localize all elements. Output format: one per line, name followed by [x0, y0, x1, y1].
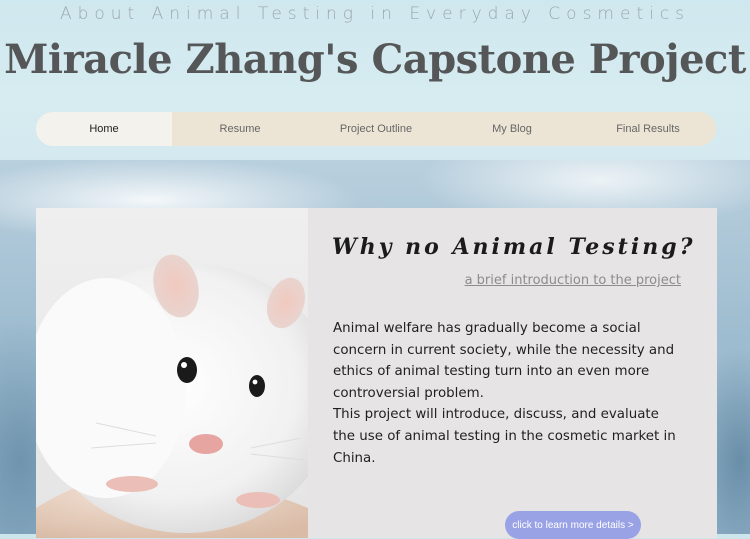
nav-item-home[interactable]: Home — [36, 112, 172, 146]
nav-item-resume[interactable]: Resume — [172, 112, 308, 146]
nav-item-final-results[interactable]: Final Results — [580, 112, 716, 146]
card-body-text: Animal welfare has gradually become a so… — [333, 318, 683, 469]
site-subtitle: About Animal Testing in Everyday Cosmeti… — [59, 4, 691, 24]
intro-link[interactable]: a brief introduction to the project — [465, 273, 681, 288]
learn-more-button[interactable]: click to learn more details > — [505, 511, 641, 539]
hamster-illustration — [36, 254, 308, 538]
nav-item-project-outline[interactable]: Project Outline — [308, 112, 444, 146]
hamster-photo — [36, 208, 308, 538]
site-title: Miracle Zhang's Capstone Project — [4, 36, 746, 83]
intro-card: Why no Animal Testing? a brief introduct… — [36, 208, 717, 539]
main-nav: Home Resume Project Outline My Blog Fina… — [36, 112, 716, 146]
paragraph-welfare: Animal welfare has gradually become a so… — [333, 321, 675, 401]
card-heading: Why no Animal Testing? — [332, 234, 696, 260]
nav-item-my-blog[interactable]: My Blog — [444, 112, 580, 146]
paragraph-project: This project will introduce, discuss, an… — [333, 407, 676, 466]
